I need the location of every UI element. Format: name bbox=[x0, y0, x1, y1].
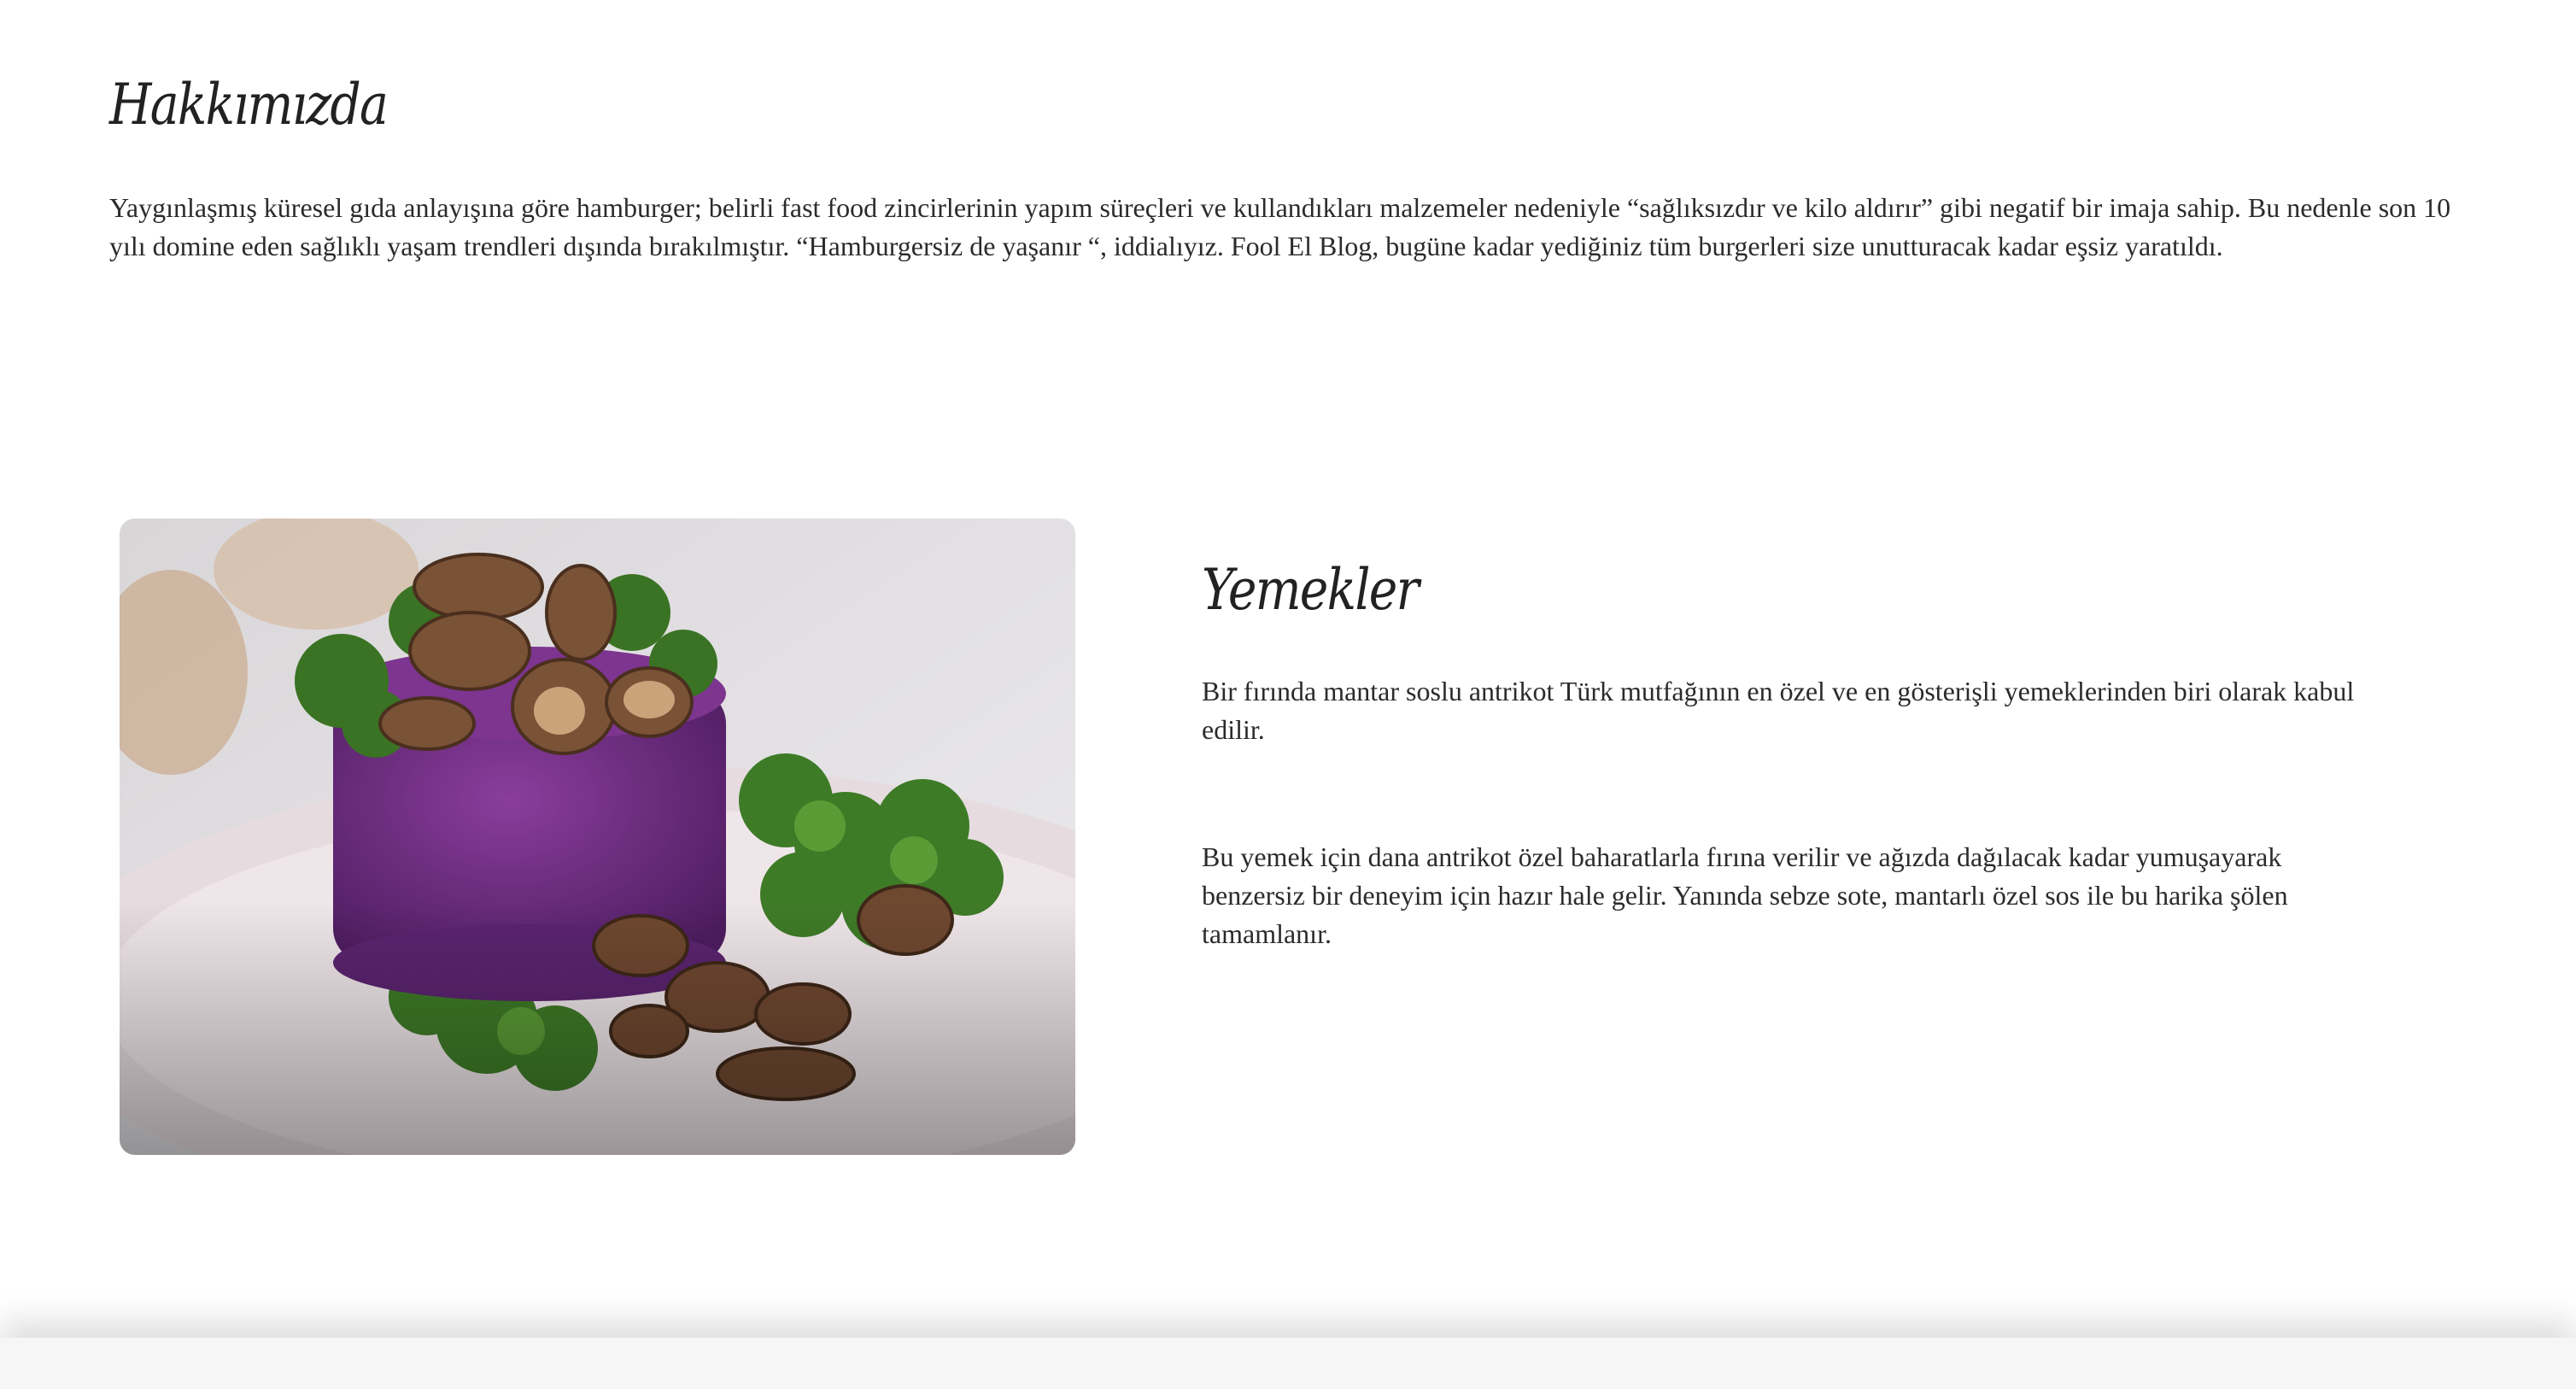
footer-edge bbox=[0, 1338, 2576, 1389]
menu-section: Yemekler Bir fırında mantar soslu antrik… bbox=[1202, 557, 2389, 953]
about-text: Yaygınlaşmış küresel gıda anlayışına gör… bbox=[109, 192, 2451, 261]
menu-paragraph-2: Bu yemek için dana antrikot özel baharat… bbox=[1202, 841, 2288, 949]
dish-image bbox=[120, 519, 1075, 1155]
dish-photo-illustration bbox=[120, 519, 1075, 1155]
about-section: Hakkımızda Yaygınlaşmış küresel gıda anl… bbox=[109, 72, 2467, 266]
menu-title: Yemekler bbox=[1202, 557, 1420, 623]
menu-paragraph-1: Bir fırında mantar soslu antrikot Türk m… bbox=[1202, 676, 2355, 745]
about-title: Hakkımızda bbox=[109, 72, 389, 138]
